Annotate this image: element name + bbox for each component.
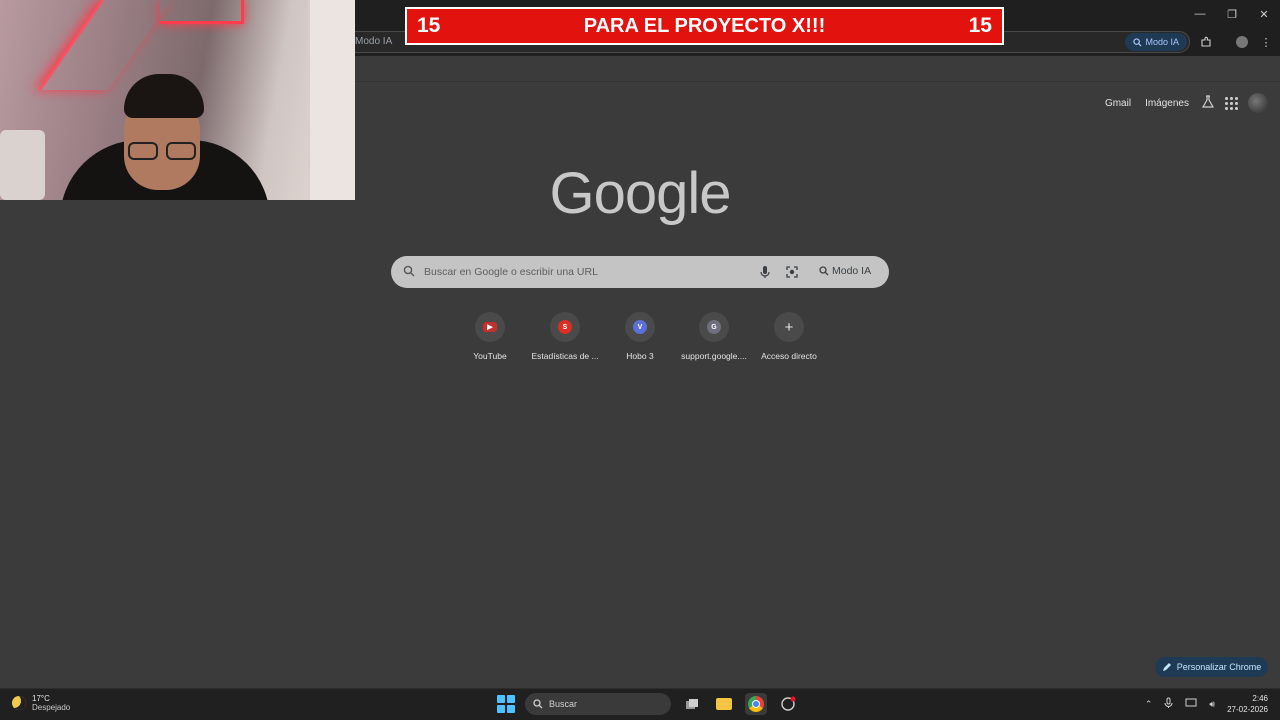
- banner-count-right: 15: [968, 14, 992, 37]
- menu-icon[interactable]: ⋮: [1258, 34, 1274, 50]
- windows-taskbar: 17°C Despejado Buscar ⌃ 🔊︎ 2:46 27-02-20…: [0, 688, 1280, 720]
- customize-chrome-button[interactable]: Personalizar Chrome: [1155, 657, 1268, 677]
- task-view-icon[interactable]: [681, 693, 703, 715]
- shortcut-label: YouTube: [473, 351, 507, 361]
- shortcut-label: Estadísticas de ...: [531, 351, 599, 361]
- ai-search-icon: [819, 266, 829, 276]
- chevron-up-icon[interactable]: ⌃: [1145, 699, 1153, 710]
- network-icon[interactable]: [1185, 698, 1197, 710]
- shortcut-tile: S: [550, 312, 580, 342]
- shortcut-label: Acceso directo: [761, 351, 817, 361]
- app-notification-icon[interactable]: [777, 693, 799, 715]
- account-avatar[interactable]: [1248, 93, 1268, 113]
- labs-flask-icon[interactable]: [1201, 94, 1215, 112]
- webcam-overlay: [0, 0, 355, 200]
- clock-time: 2:46: [1252, 694, 1268, 703]
- ai-search-icon: [1133, 37, 1142, 47]
- volume-icon[interactable]: 🔊︎: [1209, 699, 1215, 710]
- weather-temperature: 17°C: [32, 694, 50, 703]
- clock[interactable]: 2:46 27-02-2026: [1227, 693, 1268, 715]
- profile-icon[interactable]: [1234, 34, 1250, 50]
- images-link[interactable]: Imágenes: [1143, 98, 1191, 109]
- customize-chrome-label: Personalizar Chrome: [1176, 662, 1262, 672]
- weather-description: Despejado: [32, 703, 71, 712]
- omnibox-ai-mode-label: Modo IA: [1145, 37, 1179, 47]
- plus-icon: +: [784, 318, 794, 336]
- chrome-taskbar-icon[interactable]: [745, 693, 767, 715]
- microphone-icon[interactable]: [759, 265, 771, 279]
- search-ai-mode-button[interactable]: Modo IA: [819, 265, 871, 277]
- search-icon: [533, 699, 543, 709]
- taskbar-search-label: Buscar: [549, 699, 578, 709]
- file-explorer-icon[interactable]: [713, 693, 735, 715]
- search-ai-mode-label: Modo IA: [832, 265, 872, 277]
- shortcut-youtube[interactable]: ▶ YouTube: [450, 312, 530, 361]
- shortcut-label: support.google....: [681, 351, 747, 361]
- hobo-favicon-icon: V: [633, 320, 647, 334]
- banner-text: PARA EL PROYECTO X!!!: [583, 14, 826, 37]
- shortcut-hobo3[interactable]: V Hobo 3: [600, 312, 680, 361]
- stream-banner: 15 PARA EL PROYECTO X!!! 15: [405, 7, 1004, 45]
- ntp-header: Gmail Imágenes: [1103, 93, 1268, 113]
- weather-widget[interactable]: 17°C Despejado: [12, 694, 70, 712]
- search-input[interactable]: Buscar en Google o escribir una URL: [424, 266, 598, 278]
- shortcut-tile: +: [774, 312, 804, 342]
- support-favicon-icon: G: [707, 320, 721, 334]
- shortcut-label: Hobo 3: [626, 351, 654, 361]
- omnibox-ai-mode-button[interactable]: Modo IA: [1125, 33, 1187, 51]
- restore-button[interactable]: ❐: [1216, 0, 1248, 28]
- search-icon: [403, 265, 415, 277]
- minimize-button[interactable]: —: [1184, 0, 1216, 28]
- shortcut-support-google[interactable]: G support.google....: [674, 312, 754, 361]
- pencil-icon: [1162, 663, 1171, 671]
- ntp-search-box[interactable]: Buscar en Google o escribir una URL Modo…: [391, 256, 889, 288]
- taskbar-apps: Buscar: [497, 693, 799, 715]
- system-tray: ⌃ 🔊︎ 2:46 27-02-2026: [1145, 693, 1268, 715]
- shortcut-tile: G: [699, 312, 729, 342]
- shortcut-tile: ▶: [475, 312, 505, 342]
- clock-date: 27-02-2026: [1227, 705, 1268, 714]
- close-button[interactable]: ✕: [1248, 0, 1280, 28]
- address-bar-text: Modo IA: [355, 36, 393, 47]
- google-apps-icon[interactable]: [1225, 96, 1238, 110]
- gmail-link[interactable]: Gmail: [1103, 98, 1133, 109]
- shortcut-estadisticas[interactable]: S Estadísticas de ...: [525, 312, 605, 361]
- extensions-icon[interactable]: [1198, 34, 1214, 50]
- microphone-tray-icon[interactable]: [1164, 697, 1173, 711]
- windows-start-icon[interactable]: [497, 695, 515, 713]
- window-controls: — ❐ ✕: [1184, 0, 1280, 28]
- banner-count-left: 15: [417, 14, 441, 37]
- google-lens-icon[interactable]: [785, 265, 799, 279]
- shortcut-tile: V: [625, 312, 655, 342]
- estadisticas-favicon-icon: S: [558, 320, 572, 334]
- shortcut-add[interactable]: + Acceso directo: [749, 312, 829, 361]
- moon-icon: [12, 696, 26, 710]
- youtube-icon: ▶: [483, 322, 497, 332]
- taskbar-search-box[interactable]: Buscar: [525, 693, 671, 715]
